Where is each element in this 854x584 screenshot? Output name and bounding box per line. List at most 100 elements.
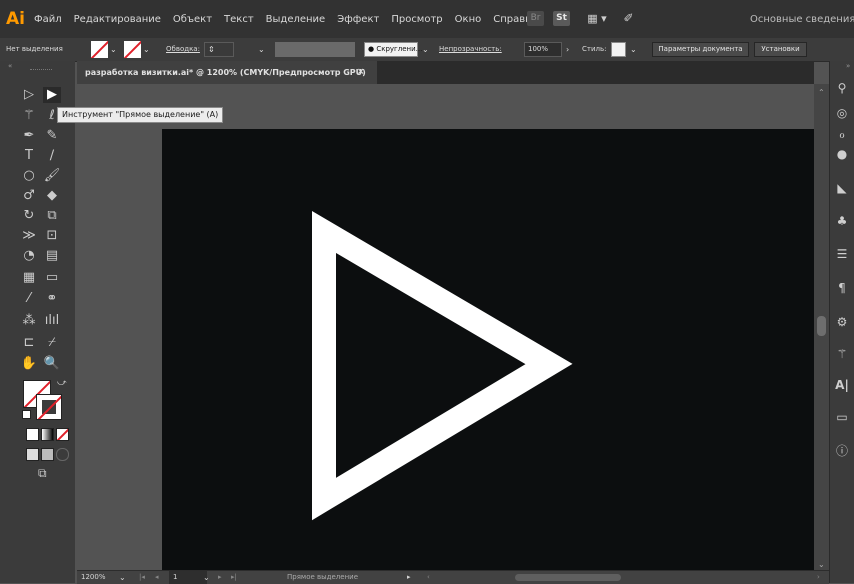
chevron-down-icon[interactable]: ⌄ <box>143 42 150 57</box>
menu-effect[interactable]: Эффект <box>337 14 379 25</box>
draw-normal-icon[interactable] <box>26 448 39 461</box>
expand-panels-icon[interactable]: » <box>846 62 850 70</box>
info-icon[interactable]: ⓘ <box>833 443 851 459</box>
artboard-tool-icon[interactable]: ⊏ <box>20 335 38 351</box>
stock-icon[interactable]: St <box>553 11 570 26</box>
scroll-right-icon[interactable]: › <box>817 571 820 584</box>
feather-icon[interactable]: ✐ <box>620 11 637 26</box>
zoom-level[interactable]: 1200% <box>81 571 105 584</box>
previous-artboard-icon[interactable]: ◂ <box>155 571 159 584</box>
artboard-number[interactable]: 1 <box>169 571 207 584</box>
shape-builder-icon[interactable]: ◔ <box>20 248 38 264</box>
triangle-outline[interactable] <box>312 211 573 521</box>
fill-swatch[interactable] <box>91 41 108 58</box>
menu-file[interactable]: Файл <box>34 14 62 25</box>
chevron-down-icon[interactable]: ⌄ <box>119 571 126 584</box>
preferences-button[interactable]: Установки <box>754 42 807 57</box>
variable-width-profile[interactable] <box>275 42 355 57</box>
hand-tool-icon[interactable]: ✋ <box>20 356 38 372</box>
magic-wand-icon[interactable]: ⚚ <box>20 108 38 124</box>
stepper-icon[interactable]: ⇕ <box>208 42 215 57</box>
slice-tool-icon[interactable]: ⌿ <box>43 335 61 351</box>
chevron-down-icon[interactable]: ⌄ <box>630 42 637 57</box>
width-tool-icon[interactable]: ≫ <box>20 228 38 244</box>
next-artboard-icon[interactable]: ▸ <box>218 571 222 584</box>
menu-type[interactable]: Текст <box>224 14 254 25</box>
gradient-panel-icon[interactable]: ▭ <box>833 409 851 425</box>
magic-wand-panel-icon[interactable]: ⚚ <box>833 346 851 362</box>
default-colors-icon[interactable] <box>22 410 31 419</box>
scrollbar-thumb[interactable] <box>817 316 826 336</box>
type-tool-icon[interactable]: T <box>20 148 38 164</box>
menu-select[interactable]: Выделение <box>266 14 326 25</box>
appearance-icon[interactable]: ⚙ <box>833 314 851 330</box>
libraries-icon[interactable]: ℴ <box>833 126 851 142</box>
pen-tool-icon[interactable]: ✒ <box>20 128 38 144</box>
style-swatch[interactable] <box>611 42 626 57</box>
character-icon[interactable]: A| <box>833 377 851 393</box>
gradient-tool-icon[interactable]: ▭ <box>43 270 61 286</box>
menu-object[interactable]: Объект <box>173 14 212 25</box>
chevron-right-icon[interactable]: › <box>566 42 569 57</box>
opacity-label[interactable]: Непрозрачность: <box>439 42 502 57</box>
swap-colors-icon[interactable]: ⤻ <box>57 378 67 388</box>
paintbrush-icon[interactable]: 🖌 <box>43 168 61 184</box>
scroll-down-icon[interactable]: ⌄ <box>818 560 825 569</box>
screen-mode-icon[interactable]: ⧉ <box>38 467 56 479</box>
ellipse-tool-icon[interactable]: ○ <box>20 168 38 184</box>
workspace-switcher[interactable]: Основные сведения <box>750 14 854 25</box>
opacity-value[interactable]: 100% <box>528 42 548 57</box>
properties-icon[interactable]: ⚲ <box>833 80 851 96</box>
collapse-panel-icon[interactable]: « <box>8 62 12 70</box>
chevron-down-icon[interactable]: ⌄ <box>203 571 210 584</box>
symbols-icon[interactable]: ♣ <box>833 213 851 229</box>
draw-inside-icon[interactable] <box>56 448 69 461</box>
layers-icon[interactable]: ◎ <box>833 105 851 121</box>
status-menu-icon[interactable]: ▸ <box>407 571 411 584</box>
eraser-icon[interactable]: ◆ <box>43 188 61 204</box>
direct-selection-tool-icon[interactable]: ▶ <box>43 87 61 103</box>
selection-tool-icon[interactable]: ▷ <box>20 87 38 103</box>
color-panel-icon[interactable]: ● <box>833 146 851 162</box>
stroke-panel-icon[interactable]: ☰ <box>833 246 851 262</box>
perspective-grid-icon[interactable]: ▤ <box>43 248 61 264</box>
chevron-down-icon[interactable]: ⌄ <box>110 42 117 57</box>
panel-grip[interactable] <box>30 69 52 72</box>
first-artboard-icon[interactable]: |◂ <box>139 571 145 584</box>
rotate-tool-icon[interactable]: ↻ <box>20 208 38 224</box>
free-transform-icon[interactable]: ⊡ <box>43 228 61 244</box>
line-tool-icon[interactable]: ∕ <box>43 148 61 164</box>
horizontal-scrollbar-thumb[interactable] <box>515 574 621 581</box>
symbol-sprayer-icon[interactable]: ⁂ <box>20 313 38 329</box>
mesh-tool-icon[interactable]: ▦ <box>20 270 38 286</box>
chevron-down-icon[interactable]: ⌄ <box>422 42 429 57</box>
artboard[interactable] <box>162 129 814 570</box>
menu-edit[interactable]: Редактирование <box>74 14 161 25</box>
shaper-tool-icon[interactable]: ♂ <box>20 188 38 204</box>
bridge-icon[interactable]: Br <box>527 11 544 26</box>
document-setup-button[interactable]: Параметры документа <box>652 42 749 57</box>
stroke-color-box[interactable] <box>36 394 62 420</box>
chevron-down-icon[interactable]: ⌄ <box>258 42 265 57</box>
eyedropper-icon[interactable]: ⁄ <box>20 291 38 307</box>
scroll-up-icon[interactable]: ⌃ <box>818 88 825 97</box>
gradient-mode-icon[interactable] <box>41 428 54 441</box>
menu-window[interactable]: Окно <box>455 14 482 25</box>
last-artboard-icon[interactable]: ▸| <box>231 571 237 584</box>
zoom-tool-icon[interactable]: 🔍 <box>43 356 61 372</box>
document-tab[interactable]: разработка визитки.ai* @ 1200% (CMYK/Пре… <box>77 61 377 84</box>
curvature-tool-icon[interactable]: ✎ <box>43 128 61 144</box>
close-icon[interactable]: × <box>357 61 365 84</box>
color-mode-icon[interactable] <box>26 428 39 441</box>
stroke-swatch[interactable] <box>124 41 141 58</box>
scroll-left-icon[interactable]: ‹ <box>427 571 430 584</box>
scale-tool-icon[interactable]: ⧉ <box>43 208 61 224</box>
draw-behind-icon[interactable] <box>41 448 54 461</box>
swatches-icon[interactable]: ◣ <box>833 180 851 196</box>
stroke-label[interactable]: Обводка: <box>166 42 200 57</box>
blend-tool-icon[interactable]: ⚭ <box>43 291 61 307</box>
arrange-documents-icon[interactable]: ▦ ▾ <box>582 11 612 26</box>
graph-tool-icon[interactable]: ılıl <box>43 313 61 329</box>
brush-definition-value[interactable]: ● Скруглени... <box>368 42 422 57</box>
none-mode-icon[interactable] <box>56 428 69 441</box>
